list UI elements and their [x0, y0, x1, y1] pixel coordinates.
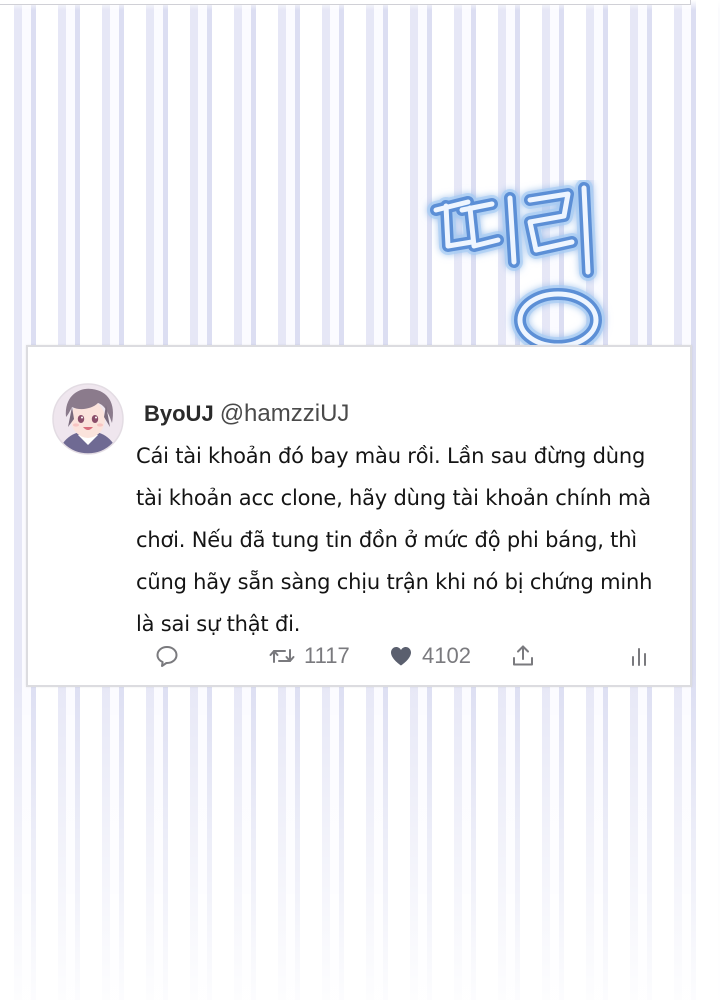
share-button[interactable]: [510, 641, 536, 671]
tweet-actions: 1117 4102: [28, 641, 694, 671]
retweet-button[interactable]: 1117: [268, 641, 350, 671]
tweet-text: Cái tài khoản đó bay màu rồi. Lần sau đừ…: [136, 444, 653, 636]
analytics-button[interactable]: [628, 641, 650, 671]
comment-bubble-icon: [156, 646, 178, 667]
author-handle[interactable]: @hamzziUJ: [220, 400, 350, 427]
bar-chart-icon: [632, 648, 646, 666]
bottom-fade: [0, 670, 720, 1000]
avatar[interactable]: [52, 383, 124, 455]
author-name[interactable]: ByoUJ: [144, 401, 214, 426]
previous-panel-edge: [0, 0, 691, 5]
like-count: 4102: [422, 643, 471, 668]
retweet-arrows-icon: [269, 649, 295, 663]
heart-icon: [391, 647, 411, 666]
tweet-card: ByoUJ @hamzziUJ Cái tài khoản đó bay màu …: [26, 345, 692, 687]
retweet-count: 1117: [304, 643, 350, 668]
tweet-author: ByoUJ @hamzziUJ: [144, 399, 349, 431]
share-upload-icon: [513, 645, 533, 666]
like-button[interactable]: 4102: [388, 641, 471, 671]
reply-button[interactable]: [154, 641, 180, 671]
